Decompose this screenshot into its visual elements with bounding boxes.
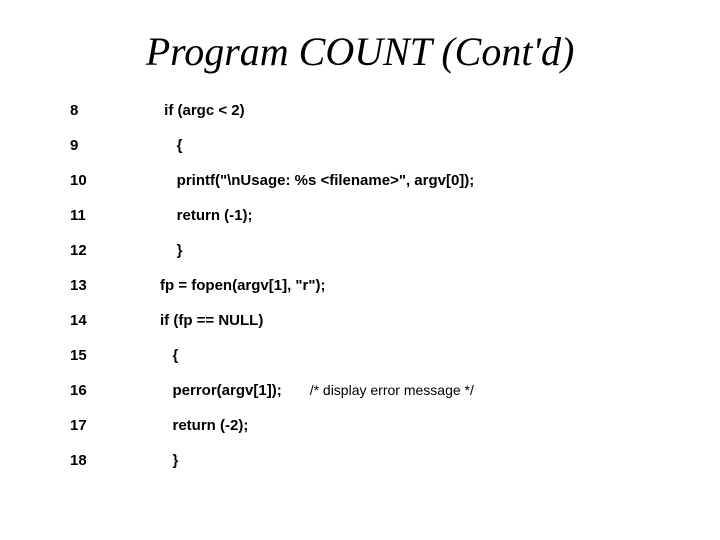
code-text: if (argc < 2) (160, 103, 680, 118)
line-number: 11 (70, 208, 160, 223)
code-line: 12 } (70, 243, 680, 258)
code-line: 18 } (70, 453, 680, 468)
line-number: 9 (70, 138, 160, 153)
code-text: perror(argv[1]); /* display error message… (160, 383, 680, 398)
code-text: { (160, 348, 680, 363)
code-text: if (fp == NULL) (160, 313, 680, 328)
code-line: 15 { (70, 348, 680, 363)
line-number: 16 (70, 383, 160, 398)
code-line: 14 if (fp == NULL) (70, 313, 680, 328)
code-text: return (-2); (160, 418, 680, 433)
code-fragment: perror(argv[1]); (160, 382, 282, 399)
line-number: 8 (70, 103, 160, 118)
code-line: 8 if (argc < 2) (70, 103, 680, 118)
line-number: 14 (70, 313, 160, 328)
line-number: 17 (70, 418, 160, 433)
code-block: 8 if (argc < 2) 9 { 10 printf("\nUsage: … (40, 103, 680, 468)
code-comment: /* display error message */ (310, 382, 474, 398)
code-line: 11 return (-1); (70, 208, 680, 223)
code-text: { (160, 138, 680, 153)
line-number: 15 (70, 348, 160, 363)
code-text: return (-1); (160, 208, 680, 223)
code-text: } (160, 243, 680, 258)
code-line: 16 perror(argv[1]); /* display error mess… (70, 383, 680, 398)
code-text: } (160, 453, 680, 468)
code-line: 17 return (-2); (70, 418, 680, 433)
slide: Program COUNT (Cont'd) 8 if (argc < 2) 9… (0, 0, 720, 540)
line-number: 10 (70, 173, 160, 188)
code-line: 10 printf("\nUsage: %s <filename>", argv… (70, 173, 680, 188)
code-line: 13 fp = fopen(argv[1], "r"); (70, 278, 680, 293)
line-number: 13 (70, 278, 160, 293)
code-line: 9 { (70, 138, 680, 153)
line-number: 12 (70, 243, 160, 258)
code-text: printf("\nUsage: %s <filename>", argv[0]… (160, 173, 680, 188)
line-number: 18 (70, 453, 160, 468)
code-text: fp = fopen(argv[1], "r"); (160, 278, 680, 293)
slide-title: Program COUNT (Cont'd) (40, 28, 680, 75)
